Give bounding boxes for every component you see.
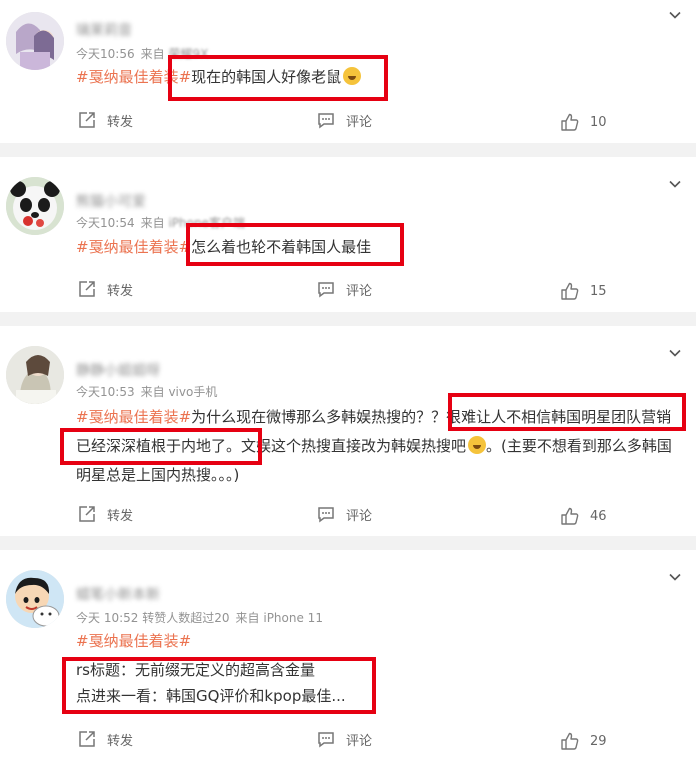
post-meta: 今天10:54 来自 iPhone客户端 <box>76 214 245 231</box>
post-content: 现在的韩国人好像老鼠 <box>191 68 342 86</box>
like-button[interactable]: 15 <box>560 281 607 301</box>
post-source: 荣耀9X <box>168 47 209 61</box>
repost-count-note: 转赞人数超过20 <box>142 611 230 625</box>
comment-button[interactable]: 评论 <box>316 110 372 130</box>
post-content: 点进来一看：韩国GQ评价和kpop最佳... <box>76 687 346 705</box>
post-time[interactable]: 今天10:53 <box>76 385 135 399</box>
repost-icon <box>79 731 95 747</box>
avatar[interactable] <box>6 177 64 235</box>
username[interactable]: 熊猫小可爱 <box>76 191 146 211</box>
hashtag-link[interactable]: #戛纳最佳着装# <box>76 408 191 426</box>
post-meta: 今天10:53 来自 vivo手机 <box>76 383 217 400</box>
source-label: 来自 <box>140 385 165 399</box>
comment-button[interactable]: 评论 <box>316 729 372 749</box>
source-label: 来自 <box>140 47 165 61</box>
post-content: 为什么现在微博那么多韩娱热搜的？？ <box>191 408 447 426</box>
repost-label: 转发 <box>107 114 134 130</box>
post-meta: 今天 10:52 转赞人数超过20 来自 iPhone 11 <box>76 609 323 626</box>
like-count: 29 <box>590 733 607 749</box>
post-content: 文娱这个热搜直接改为韩娱热搜吧 <box>241 437 467 455</box>
post-source: iPhone 11 <box>263 611 323 625</box>
comment-icon <box>318 732 334 748</box>
comment-label: 评论 <box>346 283 373 299</box>
repost-icon <box>79 112 95 128</box>
post-text: #戛纳最佳着装#为什么现在微博那么多韩娱热搜的？？很难让人不相信韩国明星团队营销… <box>76 403 681 490</box>
like-icon <box>561 507 579 525</box>
chevron-down-icon[interactable] <box>668 177 682 191</box>
comment-label: 评论 <box>346 114 373 130</box>
comment-button[interactable]: 评论 <box>316 504 372 524</box>
like-icon <box>561 282 579 300</box>
repost-label: 转发 <box>107 733 134 749</box>
repost-icon <box>79 281 95 297</box>
like-count: 15 <box>590 283 607 299</box>
chevron-down-icon[interactable] <box>668 346 682 360</box>
laugh-emoji-icon <box>343 67 362 85</box>
feed-card: 静静小姐姐呀 今天10:53 来自 vivo手机 #戛纳最佳着装#为什么现在微博那… <box>0 326 696 536</box>
repost-button[interactable]: 转发 <box>77 504 133 524</box>
comment-button[interactable]: 评论 <box>316 279 372 299</box>
repost-button[interactable]: 转发 <box>77 110 133 130</box>
repost-icon <box>79 506 95 522</box>
post-content: rs标题：无前缀无定义的超高含金量 <box>76 661 315 679</box>
post-text: #戛纳最佳着装#现在的韩国人好像老鼠 <box>76 64 681 90</box>
username[interactable]: 璃茉莉音 <box>76 20 132 40</box>
feed-card: 熊猫小可爱 今天10:54 来自 iPhone客户端 #戛纳最佳着装#怎么着也轮不… <box>0 157 696 312</box>
like-icon <box>561 732 579 750</box>
like-button[interactable]: 29 <box>560 731 607 751</box>
post-time[interactable]: 今天10:54 <box>76 216 135 230</box>
comment-icon <box>318 507 334 523</box>
source-label: 来自 <box>140 216 165 230</box>
comment-label: 评论 <box>346 508 373 524</box>
avatar[interactable] <box>6 12 64 70</box>
like-icon <box>561 113 579 131</box>
avatar[interactable] <box>6 570 64 628</box>
post-text: #戛纳最佳着装# rs标题：无前缀无定义的超高含金量 点进来一看：韩国GQ评价和… <box>76 628 681 709</box>
post-content: 怎么着也轮不着韩国人最佳 <box>191 238 372 256</box>
like-button[interactable]: 46 <box>560 506 607 526</box>
source-label: 来自 <box>235 611 260 625</box>
repost-button[interactable]: 转发 <box>77 729 133 749</box>
like-count: 10 <box>590 114 607 130</box>
post-meta: 今天10:56 来自 荣耀9X <box>76 45 208 62</box>
like-count: 46 <box>590 508 607 524</box>
shrug-emoji-icon <box>468 436 487 454</box>
like-button[interactable]: 10 <box>560 112 607 132</box>
chevron-down-icon[interactable] <box>668 8 682 22</box>
feed-card: 蜡笔小新本新 今天 10:52 转赞人数超过20 来自 iPhone 11 #戛纳… <box>0 550 696 759</box>
feed-card: 璃茉莉音 今天10:56 来自 荣耀9X #戛纳最佳着装#现在的韩国人好像老鼠 转… <box>0 0 696 143</box>
post-time[interactable]: 今天10:56 <box>76 47 135 61</box>
repost-button[interactable]: 转发 <box>77 279 133 299</box>
repost-label: 转发 <box>107 283 134 299</box>
repost-label: 转发 <box>107 508 134 524</box>
username[interactable]: 蜡笔小新本新 <box>76 584 160 604</box>
username[interactable]: 静静小姐姐呀 <box>76 360 160 380</box>
post-source: iPhone客户端 <box>168 216 245 230</box>
comment-icon <box>318 282 334 298</box>
post-time[interactable]: 今天 10:52 <box>76 611 138 625</box>
post-text: #戛纳最佳着装#怎么着也轮不着韩国人最佳 <box>76 234 681 260</box>
comment-label: 评论 <box>346 733 373 749</box>
comment-icon <box>318 113 334 129</box>
post-source: vivo手机 <box>168 385 218 399</box>
hashtag-link[interactable]: #戛纳最佳着装# <box>76 632 191 650</box>
chevron-down-icon[interactable] <box>668 570 682 584</box>
hashtag-link[interactable]: #戛纳最佳着装# <box>76 238 191 256</box>
hashtag-link[interactable]: #戛纳最佳着装# <box>76 68 191 86</box>
avatar[interactable] <box>6 346 64 404</box>
